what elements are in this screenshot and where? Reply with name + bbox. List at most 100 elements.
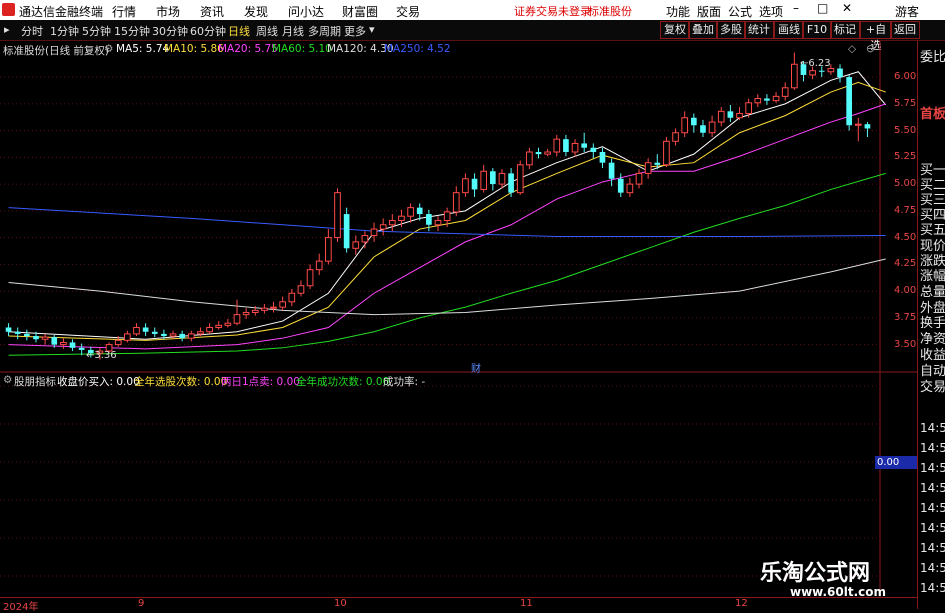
candle-body-up: [827, 68, 835, 73]
candle-body-down: [608, 162, 615, 179]
candle-body-up: [370, 228, 378, 236]
candle-body-up: [279, 301, 287, 308]
candle-body-up: [498, 172, 506, 185]
candle-body-up: [672, 132, 679, 142]
candle-body-up: [361, 234, 369, 243]
candle-body-down: [14, 331, 21, 334]
period-30min[interactable]: 30分钟: [152, 23, 188, 39]
indicator-success-rate: 成功率: -: [383, 376, 426, 388]
btn-add-watchlist[interactable]: +自选: [860, 21, 892, 52]
close-icon[interactable]: ✕: [842, 1, 852, 15]
maximize-icon[interactable]: □: [817, 1, 828, 15]
period-fenshi[interactable]: 分时: [21, 23, 43, 39]
candle-body-down: [690, 117, 697, 126]
minimize-icon[interactable]: –: [793, 1, 799, 15]
menu-item-caifuquan[interactable]: 财富圈: [342, 3, 378, 20]
period-multi[interactable]: 多周期: [308, 23, 341, 39]
candle-body-up: [41, 336, 49, 340]
candle-body-down: [846, 77, 852, 126]
candle-body-down: [837, 68, 843, 78]
candle-body-up: [398, 215, 405, 221]
menu-item-faxian[interactable]: 发现: [244, 3, 268, 20]
btn-f10[interactable]: F10: [802, 21, 832, 39]
candle-body-up: [187, 333, 195, 339]
login-status[interactable]: 证券交易未登录: [514, 3, 591, 19]
candle-body-up: [809, 70, 816, 76]
candle-body-up: [644, 162, 652, 174]
candle-body-up: [754, 98, 762, 104]
candle-body-up: [60, 341, 67, 346]
btn-diejia[interactable]: 叠加: [688, 21, 718, 39]
candle-body-up: [791, 63, 798, 89]
btn-huaxian[interactable]: 画线: [774, 21, 804, 39]
btn-fuquan[interactable]: 复权: [660, 21, 690, 39]
candle-body-down: [5, 327, 12, 332]
btn-duogu[interactable]: 多股: [716, 21, 746, 39]
candle-body-up: [626, 183, 634, 194]
shouban-label: 首板: [920, 107, 945, 122]
price-tick-label: 4.00: [894, 285, 917, 297]
trade-time: 14:56: [920, 461, 945, 475]
price-tick-label: 5.25: [894, 151, 917, 163]
candle-body-up: [133, 326, 140, 335]
menu-item-hangqing[interactable]: 行情: [112, 3, 136, 20]
candle-body-up: [114, 339, 122, 346]
menu-item-gongshi[interactable]: 公式: [728, 3, 752, 20]
price-tick-label: 5.75: [894, 97, 917, 109]
nav-arrow-icon[interactable]: ▸: [4, 23, 10, 36]
indicator-gear-icon[interactable]: ⚙: [3, 374, 12, 386]
menu-item-gongneng[interactable]: 功能: [666, 3, 690, 20]
btn-back[interactable]: 返回: [890, 21, 920, 39]
trade-time: 14:56: [920, 421, 945, 435]
indicator-name: 股朋指标: [14, 376, 56, 388]
dropdown-icon[interactable]: ▾: [369, 23, 375, 36]
high-annotation: ←6.23: [800, 58, 831, 69]
period-15min[interactable]: 15分钟: [114, 23, 150, 39]
indicator-buy-close: 收盘价买入: 0.00: [57, 376, 140, 388]
period-daily[interactable]: 日线: [228, 23, 250, 39]
guest-button[interactable]: 游客: [895, 3, 919, 20]
btn-biaoji[interactable]: 标记: [830, 21, 860, 39]
period-weekly[interactable]: 周线: [256, 23, 278, 39]
menu-item-shichang[interactable]: 市场: [156, 3, 180, 20]
candle-body-down: [24, 333, 30, 337]
candle-body-up: [379, 224, 387, 230]
candle-body-up: [480, 170, 488, 190]
candle-body-up: [663, 140, 670, 166]
candle-body-up: [681, 117, 689, 134]
kline-chart[interactable]: [0, 41, 917, 597]
candle-body-up: [233, 314, 241, 324]
candle-body-down: [617, 178, 624, 193]
period-more[interactable]: 更多: [344, 23, 366, 39]
candle-body-up: [571, 142, 579, 153]
btn-tongji[interactable]: 统计: [744, 21, 774, 39]
menu-item-jiaoyi[interactable]: 交易: [396, 3, 420, 20]
candle-body-up: [215, 324, 223, 328]
period-5min[interactable]: 5分钟: [82, 23, 111, 39]
price-tick-label: 5.50: [894, 124, 917, 136]
ma-line-ma120: [8, 258, 886, 316]
candle-body-down: [179, 333, 186, 339]
candle-body-down: [727, 111, 734, 118]
menu-item-wenxiaoda[interactable]: 问小达: [288, 3, 324, 20]
date-axis: 2024年 9 10 11 12: [0, 597, 917, 613]
candle-body-up: [325, 237, 332, 262]
menu-item-xuanxiang[interactable]: 选项: [759, 3, 783, 20]
period-60min[interactable]: 60分钟: [190, 23, 226, 39]
app-title: 通达信金融终端: [19, 5, 104, 19]
candle-body-up: [434, 219, 442, 226]
finance-marker[interactable]: 财: [471, 360, 481, 375]
price-tick-label: 4.75: [894, 204, 917, 216]
candle-body-down: [563, 139, 569, 152]
indicator-grid: [0, 385, 880, 577]
menu-item-zixun[interactable]: 资讯: [200, 3, 224, 20]
candle-body-up: [270, 306, 277, 309]
menu-item-banmian[interactable]: 版面: [697, 3, 721, 20]
candle-body-down: [590, 147, 597, 152]
candle-body-down: [151, 331, 158, 334]
period-1min[interactable]: 1分钟: [50, 23, 79, 39]
candle-body-up: [736, 112, 743, 119]
candle-body-down: [78, 347, 85, 350]
date-label-sep: 9: [138, 598, 145, 609]
period-monthly[interactable]: 月线: [282, 23, 304, 39]
